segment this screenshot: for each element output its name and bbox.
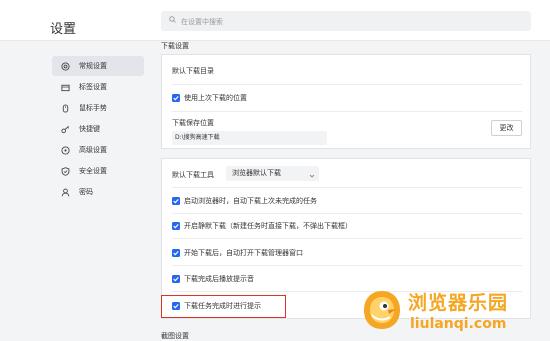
divider [172, 238, 522, 239]
option-checkbox-sound[interactable] [172, 275, 180, 283]
sidebar-item-label: 常规设置 [79, 62, 107, 70]
sidebar-item-label: 标签设置 [79, 83, 107, 91]
default-tool-select[interactable]: 浏览器默认下载 [226, 166, 319, 181]
sidebar-item-tabs[interactable]: 标签设置 [52, 77, 144, 97]
sidebar: 常规设置 标签设置 鼠标手势 快捷键 高级设置 安全设置 密码 [52, 56, 144, 203]
advanced-icon [60, 145, 70, 155]
user-icon [60, 187, 70, 197]
sidebar-item-general[interactable]: 常规设置 [52, 56, 144, 76]
search-icon [169, 16, 176, 25]
divider [172, 111, 522, 112]
sidebar-item-label: 快捷键 [79, 125, 100, 133]
divider [172, 84, 522, 85]
divider [172, 265, 522, 266]
divider [172, 187, 522, 188]
key-icon [60, 124, 70, 134]
search-box[interactable] [161, 11, 531, 31]
change-button[interactable]: 更改 [491, 120, 522, 136]
watermark-text: 浏览器乐园 [408, 292, 509, 314]
settings-circle-icon [60, 61, 70, 71]
option-label-resume: 启动浏览器时，自动下载上次未完成的任务 [184, 197, 317, 205]
sidebar-item-security[interactable]: 安全设置 [52, 161, 144, 181]
default-dir-label: 默认下载目录 [172, 67, 214, 75]
option-checkbox-resume[interactable] [172, 197, 180, 205]
divider [172, 213, 522, 214]
sidebar-item-password[interactable]: 密码 [52, 182, 144, 202]
option-label-open-manager: 开始下载后，自动打开下载管理器窗口 [184, 249, 303, 257]
sidebar-item-label: 密码 [79, 188, 93, 196]
watermark-url: liulanqi.com [410, 316, 507, 332]
chevron-down-icon [309, 170, 315, 185]
sidebar-item-label: 安全设置 [79, 167, 107, 175]
mouse-icon [60, 103, 70, 113]
download-section-title: 下载设置 [161, 42, 189, 50]
sidebar-item-mouse-gesture[interactable]: 鼠标手势 [52, 98, 144, 118]
option-label-sound: 下载完成后播放提示音 [184, 275, 254, 283]
use-last-location-checkbox[interactable] [172, 94, 180, 102]
search-input[interactable] [179, 14, 483, 30]
option-checkbox-silent[interactable] [172, 222, 180, 230]
duck-logo-icon [362, 289, 402, 333]
option-checkbox-open-manager[interactable] [172, 249, 180, 257]
shield-icon [60, 166, 70, 176]
top-bar: 设置 [0, 0, 550, 41]
screenshot-section-title: 截图设置 [161, 332, 189, 340]
highlight-box [161, 295, 286, 318]
sidebar-item-advanced[interactable]: 高级设置 [52, 140, 144, 160]
tab-icon [60, 82, 70, 92]
sidebar-item-label: 高级设置 [79, 146, 107, 154]
watermark: 浏览器乐园 liulanqi.com [360, 282, 550, 339]
download-location-card: 默认下载目录 使用上次下载的位置 下载保存位置 D:\搜狗高速下载 更改 [161, 54, 531, 149]
sidebar-item-label: 鼠标手势 [79, 104, 107, 112]
option-label-silent: 开启静默下载（新建任务时直接下载，不弹出下载框） [184, 222, 352, 230]
page-title: 设置 [50, 22, 77, 37]
default-tool-label: 默认下载工具 [172, 171, 214, 179]
default-tool-value: 浏览器默认下载 [232, 169, 281, 177]
sidebar-item-shortcuts[interactable]: 快捷键 [52, 119, 144, 139]
use-last-location-label: 使用上次下载的位置 [184, 94, 247, 102]
save-location-label: 下载保存位置 [172, 119, 214, 127]
save-path-field[interactable]: D:\搜狗高速下载 [172, 131, 327, 145]
